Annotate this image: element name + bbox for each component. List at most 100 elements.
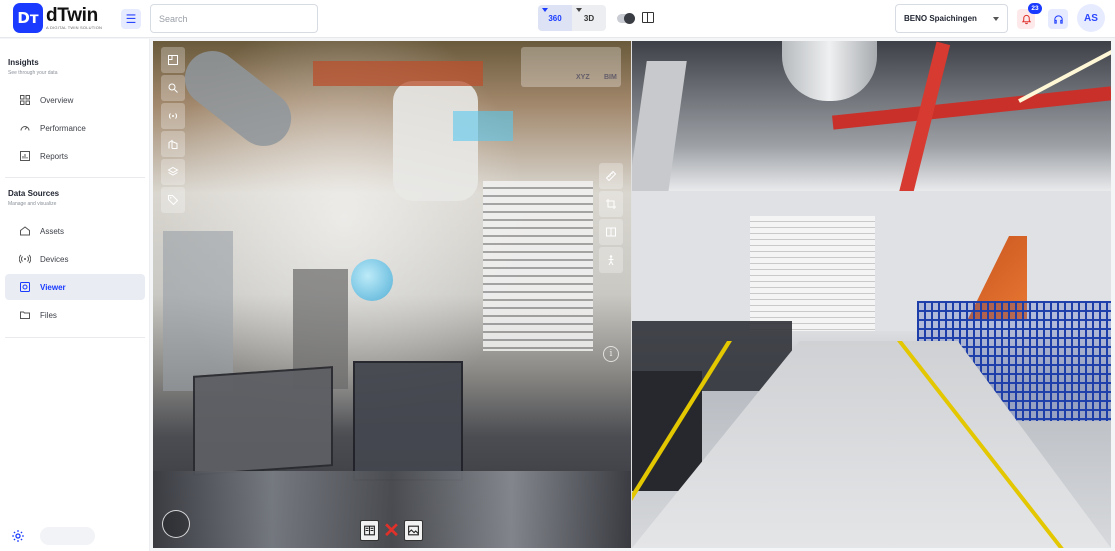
viewer-toolbar — [161, 47, 185, 213]
view-mode-label: 3D — [583, 13, 595, 23]
compare-icon — [606, 227, 616, 237]
sidebar-item-label: Performance — [40, 123, 86, 133]
settings-button[interactable] — [11, 529, 25, 543]
tool-tag-button[interactable] — [161, 187, 185, 213]
gear-icon — [12, 530, 24, 542]
logo-text: dTwin A DIGITAL TWIN SOLUTION — [46, 6, 102, 30]
view-mode-label: 360 — [548, 13, 562, 23]
image-icon — [408, 525, 419, 536]
view-mode-360-button[interactable]: 360 — [538, 5, 572, 31]
compass-icon[interactable] — [162, 510, 190, 538]
site-select[interactable]: BENO Spaichingen — [895, 4, 1008, 33]
app-logo[interactable]: Dт dTwin A DIGITAL TWIN SOLUTION — [13, 3, 102, 33]
image-mode-button[interactable] — [404, 520, 423, 541]
person-icon — [608, 255, 614, 266]
sidebar-item-label: Reports — [40, 151, 69, 161]
sidebar-item-reports[interactable]: Reports — [5, 143, 145, 169]
hamburger-icon: ☰ — [125, 12, 137, 26]
compare-toggle-switch[interactable] — [617, 13, 635, 24]
bell-icon — [1021, 14, 1031, 24]
split-view-icon — [364, 525, 375, 536]
tool-sensors-button[interactable] — [161, 103, 185, 129]
tool-building-button[interactable] — [161, 131, 185, 157]
logo-tagline: A DIGITAL TWIN SOLUTION — [46, 25, 103, 30]
tool-search-button[interactable] — [161, 75, 185, 101]
headset-icon — [1053, 14, 1063, 24]
floorplan-icon — [168, 55, 178, 65]
sidebar-divider — [5, 337, 145, 338]
door-shape — [163, 231, 233, 391]
split-compare-button[interactable] — [360, 520, 379, 541]
tool-crop-button[interactable] — [599, 191, 623, 217]
xyz-mode-label[interactable]: XYZ — [576, 74, 590, 81]
sidebar-item-label: Devices — [40, 254, 69, 264]
section-subtitle-data-sources: Manage and visualize — [8, 201, 57, 207]
top-header: Dт dTwin A DIGITAL TWIN SOLUTION ☰ 360 3… — [0, 0, 1115, 38]
duct-shape — [393, 81, 478, 201]
logo-name: dTwin — [46, 5, 98, 26]
menu-toggle-button[interactable]: ☰ — [121, 9, 141, 29]
toggle-knob — [624, 13, 635, 24]
notification-count-badge: 23 — [1028, 3, 1042, 14]
collapse-pill[interactable] — [40, 527, 95, 545]
tool-floorplan-button[interactable] — [161, 47, 185, 73]
sidebar-item-label: Viewer — [40, 282, 66, 292]
view-mode-toggle: 360 3D — [538, 5, 606, 31]
site-select-value: BENO Spaichingen — [904, 14, 977, 23]
sidebar-item-performance[interactable]: Performance — [5, 115, 145, 141]
search-icon — [168, 83, 178, 93]
sidebar-divider — [5, 177, 145, 178]
panorama-pane[interactable] — [632, 41, 1111, 548]
tool-layers-button[interactable] — [161, 159, 185, 185]
broadcast-icon — [168, 113, 178, 119]
crop-icon — [606, 199, 616, 209]
view-mode-3d-button[interactable]: 3D — [572, 5, 606, 31]
bottom-toolbar: ✕ — [360, 520, 423, 541]
bin-shape — [193, 366, 333, 476]
section-title-insights: Insights — [8, 58, 39, 67]
section-subtitle-insights: See through your data — [8, 70, 58, 76]
layers-icon — [167, 166, 179, 176]
ruler-icon — [605, 170, 617, 182]
chevron-down-icon — [993, 17, 999, 21]
building-icon — [168, 139, 178, 149]
close-compare-button[interactable]: ✕ — [382, 520, 401, 541]
position-marker-sphere[interactable] — [351, 259, 393, 301]
tool-compare-button[interactable] — [599, 219, 623, 245]
broadcast-icon — [19, 253, 31, 265]
sidebar: Insights See through your data Overview … — [0, 39, 150, 551]
gauge-icon — [19, 122, 31, 134]
split-view-icon[interactable] — [642, 12, 654, 23]
sidebar-item-files[interactable]: Files — [5, 302, 145, 328]
sidebar-item-label: Files — [40, 310, 57, 320]
grid-icon — [19, 94, 31, 106]
sidebar-item-overview[interactable]: Overview — [5, 87, 145, 113]
sidebar-item-devices[interactable]: Devices — [5, 246, 145, 272]
home-icon — [19, 225, 31, 237]
rack-shape — [632, 371, 702, 491]
viewer-icon — [19, 281, 31, 293]
dropdown-triangle-icon — [542, 8, 548, 12]
sidebar-item-label: Overview — [40, 95, 74, 105]
search-input[interactable] — [150, 4, 318, 33]
bin-shape — [353, 361, 463, 481]
shutter-shape — [483, 181, 593, 351]
support-button[interactable] — [1048, 9, 1068, 29]
beam-shape — [313, 61, 483, 86]
tag-icon — [168, 195, 179, 206]
sidebar-item-assets[interactable]: Assets — [5, 218, 145, 244]
point-cloud-pane[interactable]: XYZ BIM i ✕ — [153, 41, 631, 548]
user-avatar[interactable]: AS — [1077, 4, 1105, 32]
duct-shape — [173, 41, 303, 158]
tool-ruler-button[interactable] — [599, 163, 623, 189]
bim-mode-label[interactable]: BIM — [604, 74, 617, 81]
mode-bar: XYZ BIM — [521, 47, 621, 87]
measure-toolbar — [599, 163, 623, 273]
logo-mark: Dт — [13, 3, 43, 33]
split-viewer[interactable]: XYZ BIM i ✕ — [153, 41, 1111, 548]
info-button[interactable]: i — [603, 346, 619, 362]
section-title-data-sources: Data Sources — [8, 189, 60, 198]
sidebar-item-viewer[interactable]: Viewer — [5, 274, 145, 300]
dropdown-triangle-icon — [576, 8, 582, 12]
tool-person-button[interactable] — [599, 247, 623, 273]
